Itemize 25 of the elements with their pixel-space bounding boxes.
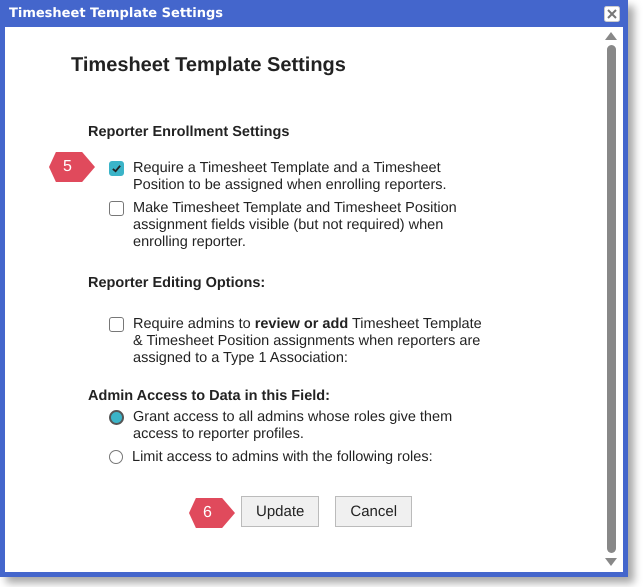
scroll-down-icon[interactable]: [605, 558, 617, 566]
checkbox[interactable]: [109, 161, 124, 176]
checkbox[interactable]: [109, 201, 124, 216]
section-title: Admin Access to Data in this Field:: [88, 388, 331, 404]
window-title: Timesheet Template Settings: [9, 6, 224, 21]
radio-button[interactable]: [109, 450, 123, 464]
close-icon[interactable]: [604, 6, 620, 22]
option-label: Limit access to admins with the following roles:: [132, 449, 434, 466]
option-label: Grant access to all admins whose roles give them access to reporter profiles.: [133, 409, 454, 443]
checkmark-icon: [111, 163, 122, 174]
cancel-button[interactable]: Cancel: [335, 496, 412, 527]
option-label: Require a Timesheet Template and a Timesheet Position to be assigned when enrolling reporters.: [133, 160, 448, 194]
dialog-heading: Timesheet Template Settings: [71, 54, 347, 77]
option-label: Require admins to review or add Timesheet Template & Timesheet Position assignments when reporters are assigned to a Type 1 Association:: [133, 316, 483, 367]
step-callout: 5: [49, 152, 95, 182]
step-callout: 6: [189, 498, 235, 528]
scrollbar[interactable]: [603, 32, 619, 566]
radio-button[interactable]: [109, 410, 124, 425]
scroll-thumb[interactable]: [606, 45, 616, 553]
option-label: Make Timesheet Template and Timesheet Position assignment fields visible (but not required) when enrolling reporter.: [133, 200, 458, 251]
section-title: Reporter Enrollment Settings: [88, 124, 290, 140]
section-title: Reporter Editing Options:: [88, 275, 266, 291]
checkbox[interactable]: [109, 317, 124, 332]
scroll-up-icon[interactable]: [605, 32, 617, 40]
update-button[interactable]: Update: [241, 496, 320, 527]
